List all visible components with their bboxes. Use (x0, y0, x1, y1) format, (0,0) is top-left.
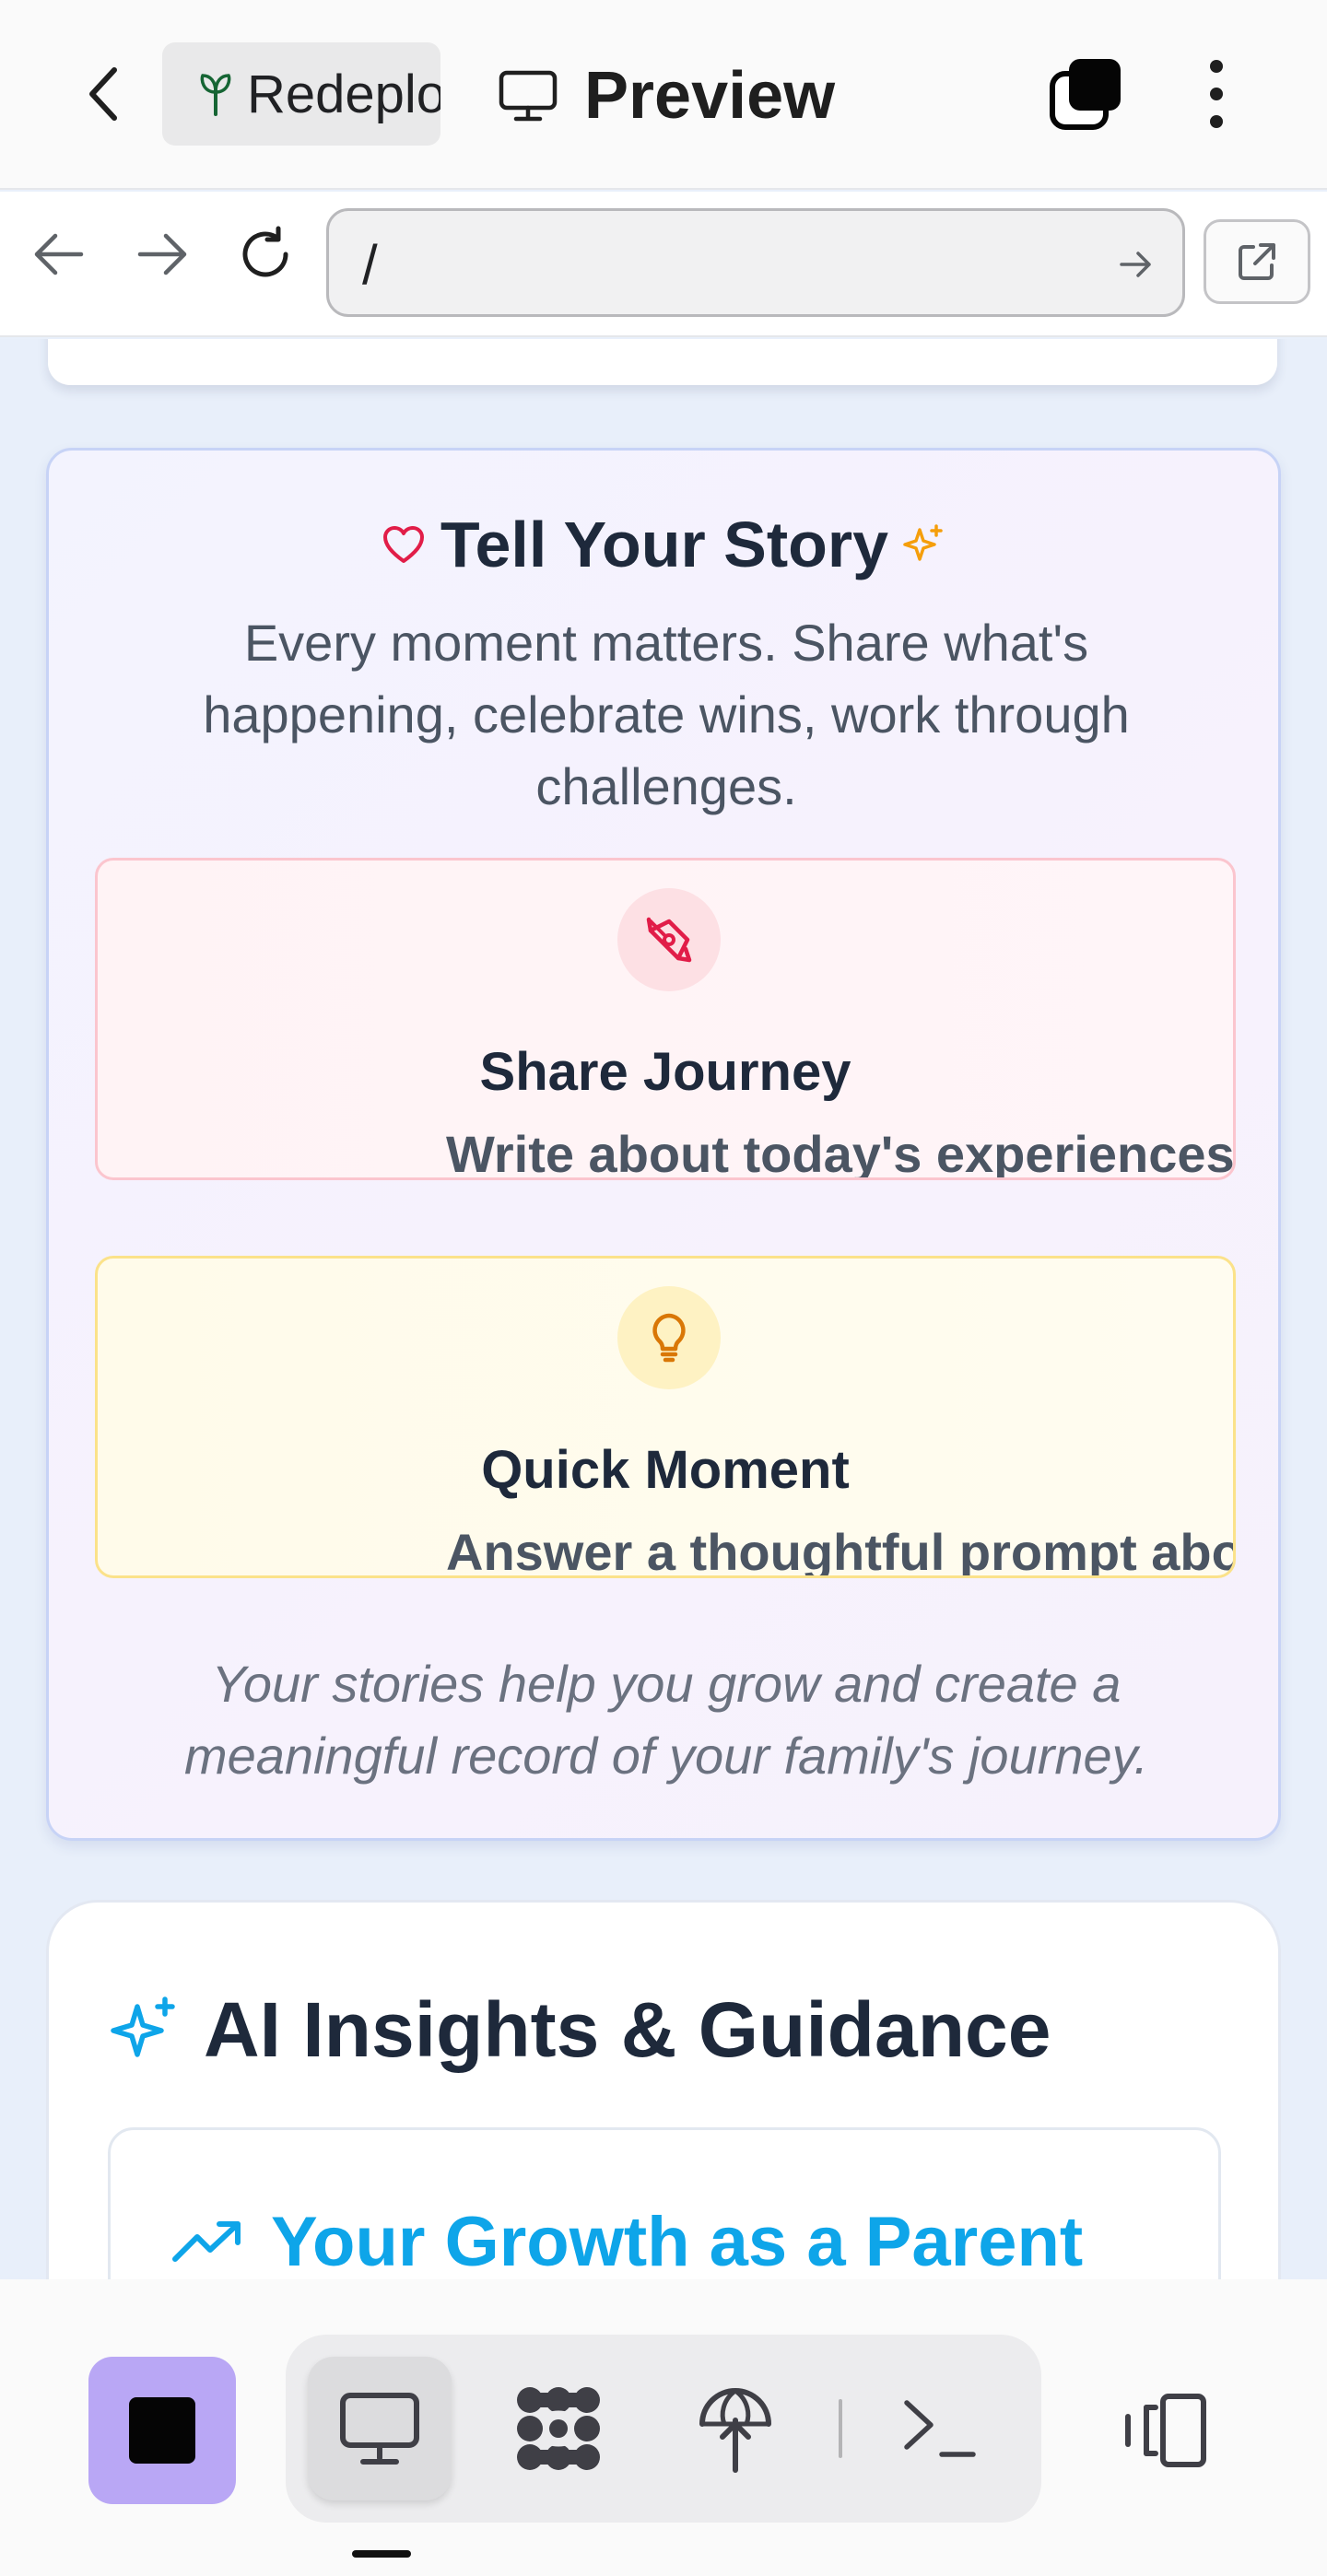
ai-insights-card: AI Insights & Guidance Your Growth as a … (46, 1900, 1281, 2279)
story-title: Tell Your Story (440, 509, 889, 580)
growth-title-row: Your Growth as a Parent (171, 2202, 1083, 2279)
devices-icon (1125, 2394, 1206, 2467)
chevron-left-icon (89, 67, 117, 121)
tool-group (286, 2335, 1041, 2523)
external-link-icon (1239, 243, 1275, 280)
more-vertical-icon (1210, 60, 1223, 128)
devices-button[interactable] (1104, 2362, 1224, 2499)
share-journey-card[interactable]: Share Journey Write about today's experi… (95, 858, 1236, 1180)
tool-terminal-button[interactable] (868, 2357, 1012, 2500)
quick-moment-subtitle: Answer a thoughtful prompt about (446, 1523, 1236, 1578)
story-description: Every moment matters. Share what's happe… (203, 614, 1130, 815)
more-options-button[interactable] (1198, 55, 1235, 133)
preview-content[interactable]: Tell Your Story Every moment matters. Sh… (0, 339, 1327, 2279)
lightbulb-icon (652, 1313, 686, 1363)
quick-moment-card[interactable]: Quick Moment Answer a thoughtful prompt … (95, 1256, 1236, 1578)
home-indicator (352, 2550, 411, 2558)
pen-icon (646, 917, 692, 963)
project-chip[interactable]: Redeploy (162, 42, 440, 146)
layers-button[interactable] (1047, 55, 1124, 133)
open-external-button[interactable] (1204, 219, 1310, 304)
story-footer-text: Your stories help you grow and create a … (183, 1655, 1149, 1785)
stop-button[interactable] (88, 2357, 236, 2504)
previous-card (48, 339, 1277, 385)
heart-icon (382, 526, 424, 563)
story-title-row: Tell Your Story (49, 508, 1278, 581)
tool-integrations-button[interactable] (487, 2357, 630, 2500)
share-journey-icon-badge (617, 888, 721, 991)
url-text: / (362, 234, 378, 296)
browser-back-button[interactable] (29, 225, 88, 284)
browser-forward-button[interactable] (133, 225, 192, 284)
growth-title: Your Growth as a Parent (271, 2203, 1084, 2279)
browser-bar: / (0, 192, 1327, 337)
browser-reload-button[interactable] (236, 225, 295, 284)
app-top-bar: Redeploy Preview (0, 0, 1327, 190)
tool-deploy-button[interactable] (664, 2357, 807, 2500)
bottom-toolbar (0, 2279, 1327, 2576)
ai-insights-title-row: AI Insights & Guidance (108, 1985, 1051, 2075)
terminal-icon (904, 2400, 976, 2457)
share-journey-subtitle: Write about today's experiences and (446, 1125, 1235, 1180)
arrow-left-icon (34, 233, 84, 275)
sparkles-icon (903, 524, 943, 561)
reload-icon (242, 226, 288, 277)
plant-icon (200, 74, 231, 116)
tell-your-story-card: Tell Your Story Every moment matters. Sh… (46, 448, 1281, 1841)
arrow-right-icon[interactable] (1118, 248, 1155, 281)
share-journey-title: Share Journey (479, 1042, 851, 1102)
deploy-icon (699, 2388, 771, 2473)
preview-tab-label: Preview (584, 59, 836, 133)
project-name: Redeploy (247, 64, 440, 124)
trending-up-icon (172, 2220, 241, 2262)
ai-insights-title: AI Insights & Guidance (204, 1986, 1051, 2073)
growth-as-parent-card[interactable]: Your Growth as a Parent (108, 2127, 1221, 2279)
sparkles-icon (111, 1996, 175, 2057)
monitor-icon (340, 2393, 419, 2465)
stop-icon (129, 2397, 195, 2464)
monitor-icon (499, 70, 558, 122)
arrow-right-icon (137, 233, 187, 275)
quick-moment-icon-badge (617, 1286, 721, 1389)
grid-blobs-icon (517, 2387, 600, 2470)
back-button[interactable] (74, 57, 133, 131)
url-input[interactable]: / (326, 208, 1185, 317)
tab-preview[interactable]: Preview (498, 48, 835, 144)
quick-moment-title: Quick Moment (481, 1440, 850, 1500)
tool-divider (839, 2399, 842, 2458)
layers-icon (1050, 59, 1121, 130)
tool-preview-button[interactable] (308, 2357, 452, 2500)
